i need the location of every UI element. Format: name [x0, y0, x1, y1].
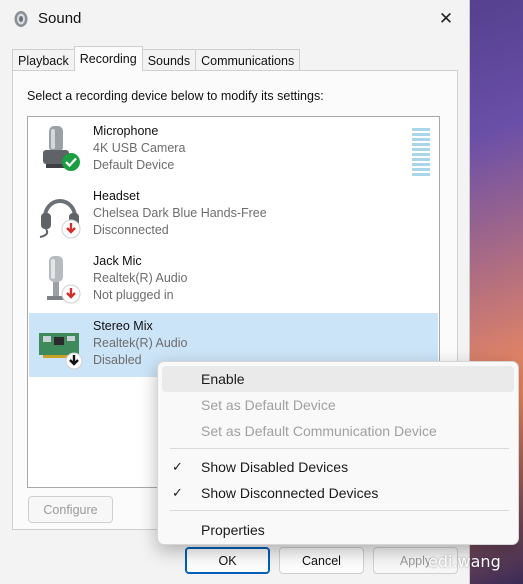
menu-item-set-default-communication[interactable]: Set as Default Communication Device [162, 418, 514, 444]
tab-playback[interactable]: Playback [12, 49, 75, 71]
microphone-icon [43, 126, 80, 171]
device-hardware: 4K USB Camera [93, 141, 186, 155]
menu-item-label: Show Disabled Devices [201, 459, 349, 475]
device-status: Default Device [93, 158, 175, 172]
headset-icon [39, 199, 81, 239]
menu-item-properties[interactable]: Properties [162, 517, 514, 543]
device-hardware: Chelsea Dark Blue Hands-Free [93, 206, 267, 220]
device-item-jack-mic[interactable]: Jack Mic Realtek(R) Audio Not plugged in [29, 248, 438, 312]
menu-item-label: Set as Default Communication Device [201, 423, 437, 439]
microphone-icon [47, 256, 81, 304]
ok-button[interactable]: OK [185, 547, 270, 574]
tab-sounds[interactable]: Sounds [141, 49, 197, 71]
menu-item-label: Set as Default Device [201, 397, 336, 413]
device-name: Jack Mic [93, 254, 142, 268]
configure-button[interactable]: Configure [28, 496, 113, 523]
level-meter [412, 128, 430, 178]
device-hardware: Realtek(R) Audio [93, 271, 188, 285]
close-icon: ✕ [438, 9, 454, 28]
menu-item-set-default[interactable]: Set as Default Device [162, 392, 514, 418]
title-bar: Sound ✕ [0, 0, 469, 38]
cancel-button[interactable]: Cancel [279, 547, 364, 574]
checkmark-icon: ✓ [172, 485, 183, 500]
tab-bar: Playback Recording Sounds Communications [12, 46, 301, 71]
window-title: Sound [38, 10, 82, 27]
instruction-text: Select a recording device below to modif… [27, 89, 324, 103]
device-status: Not plugged in [93, 288, 174, 302]
device-name: Microphone [93, 124, 159, 138]
sound-card-icon [39, 333, 83, 370]
device-hardware: Realtek(R) Audio [93, 336, 188, 350]
checkmark-icon: ✓ [172, 459, 183, 474]
device-item-microphone[interactable]: Microphone 4K USB Camera Default Device [29, 118, 438, 182]
device-name: Headset [93, 189, 140, 203]
device-status: Disabled [93, 353, 142, 367]
menu-item-label: Enable [201, 371, 245, 387]
close-button[interactable]: ✕ [423, 0, 469, 38]
menu-separator [170, 510, 509, 511]
menu-item-show-disconnected[interactable]: ✓ Show Disconnected Devices [162, 480, 514, 506]
menu-item-show-disabled[interactable]: ✓ Show Disabled Devices [162, 454, 514, 480]
tab-communications[interactable]: Communications [195, 49, 301, 71]
menu-separator [170, 448, 509, 449]
context-menu: Enable Set as Default Device Set as Defa… [157, 361, 519, 545]
menu-item-label: Show Disconnected Devices [201, 485, 379, 501]
menu-item-enable[interactable]: Enable [162, 366, 514, 392]
menu-item-label: Properties [201, 522, 265, 538]
device-item-headset[interactable]: Headset Chelsea Dark Blue Hands-Free Dis… [29, 183, 438, 247]
device-name: Stereo Mix [93, 319, 153, 333]
tab-recording[interactable]: Recording [73, 46, 143, 71]
device-status: Disconnected [93, 223, 169, 237]
speaker-app-icon [14, 11, 28, 27]
watermark-text: edi.wang [428, 552, 501, 571]
check-badge-icon [62, 153, 80, 171]
